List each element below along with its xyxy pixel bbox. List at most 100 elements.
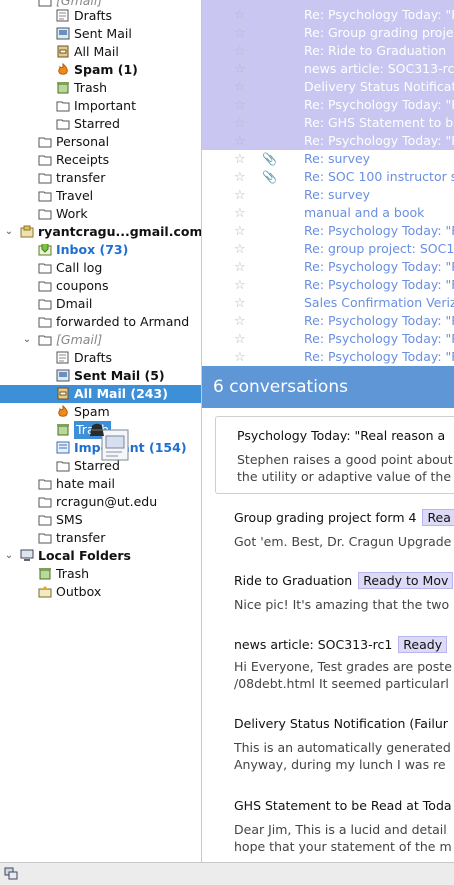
star-icon[interactable]: ☆ xyxy=(234,331,246,349)
archive-icon xyxy=(56,45,70,58)
star-icon[interactable]: ☆ xyxy=(234,259,246,277)
chevron-down-icon[interactable]: ⌄ xyxy=(21,331,33,349)
conversation-title-row[interactable]: Ride to Graduation Ready to Mov xyxy=(234,572,454,589)
folder-spam[interactable]: Spam (1) xyxy=(0,61,201,79)
folder-dmail[interactable]: Dmail xyxy=(0,295,201,313)
message-list[interactable]: ☆ Re: Psychology Today: "Re ☆ Re: Group gra… xyxy=(202,0,454,366)
folder-hate-mail[interactable]: hate mail xyxy=(0,475,201,493)
message-subject: Re: Psychology Today: "Re xyxy=(304,277,454,292)
folder-important[interactable]: Important xyxy=(0,97,201,115)
folder-gmail[interactable]: ⌄ [Gmail] xyxy=(0,331,201,349)
conversation-title-row[interactable]: news article: SOC313-rc1 Ready xyxy=(234,636,448,653)
message-row[interactable]: ☆ Sales Confirmation Verizo xyxy=(202,294,454,312)
folder-icon xyxy=(38,495,52,508)
message-row[interactable]: ☆ Re: Psychology Today: "Re xyxy=(202,276,454,294)
star-icon[interactable]: ☆ xyxy=(234,277,246,295)
folder-icon xyxy=(38,261,52,274)
folder-travel[interactable]: Travel xyxy=(0,187,201,205)
star-icon[interactable]: ☆ xyxy=(234,7,246,25)
message-subject: manual and a book xyxy=(304,205,425,220)
folder-rcragun[interactable]: rcragun@ut.edu xyxy=(0,493,201,511)
trash-icon xyxy=(56,423,70,436)
message-row[interactable]: ☆ Re: Group grading project xyxy=(202,24,454,42)
message-row[interactable]: ☆ Re: Psychology Today: "Re xyxy=(202,6,454,24)
folder-coupons[interactable]: coupons xyxy=(0,277,201,295)
online-status-icon[interactable] xyxy=(4,867,18,883)
folder-outbox[interactable]: Outbox xyxy=(0,583,201,601)
message-subject: Re: survey xyxy=(304,151,371,166)
message-subject: Re: Psychology Today: "Re xyxy=(304,331,454,346)
folder-trash[interactable]: Trash xyxy=(0,79,201,97)
message-row[interactable]: ☆ Re: survey xyxy=(202,186,454,204)
message-row[interactable]: ☆ 📎 Re: survey xyxy=(202,150,454,168)
folder-sent-mail[interactable]: Sent Mail xyxy=(0,25,201,43)
message-row[interactable]: ☆ Re: Ride to Graduation xyxy=(202,42,454,60)
flame-icon xyxy=(56,62,70,76)
folder-inbox[interactable]: Inbox (73) xyxy=(0,241,201,259)
conversation-title[interactable]: GHS Statement to be Read at Toda xyxy=(234,798,452,813)
message-subject: Re: survey xyxy=(304,187,371,202)
folder-call-log[interactable]: Call log xyxy=(0,259,201,277)
folder-sms[interactable]: SMS xyxy=(0,511,201,529)
star-icon[interactable]: ☆ xyxy=(234,187,246,205)
message-row[interactable]: ☆ Re: Psychology Today: "Re xyxy=(202,258,454,276)
star-icon[interactable]: ☆ xyxy=(234,205,246,223)
message-row[interactable]: ☆ Re: Psychology Today: "Re xyxy=(202,96,454,114)
folder-icon xyxy=(56,99,70,112)
message-row[interactable]: ☆ 📎 Re: SOC 100 instructor sit xyxy=(202,168,454,186)
folder-all-mail-2[interactable]: All Mail (243) xyxy=(0,385,201,403)
message-row[interactable]: ☆ Re: Psychology Today: "Re xyxy=(202,348,454,366)
star-icon[interactable]: ☆ xyxy=(234,61,246,79)
folder-sent-mail-2[interactable]: Sent Mail (5) xyxy=(0,367,201,385)
chevron-down-icon[interactable]: ⌄ xyxy=(3,223,15,241)
account-row[interactable]: ⌄ ryantcragu...gmail.com xyxy=(0,223,201,241)
star-icon[interactable]: ☆ xyxy=(234,169,246,187)
tag-badge: Ready xyxy=(398,636,448,653)
folder-work[interactable]: Work xyxy=(0,205,201,223)
message-row[interactable]: ☆ Delivery Status Notificatio xyxy=(202,78,454,96)
message-row[interactable]: ☆ Re: GHS Statement to be xyxy=(202,114,454,132)
conversation-card[interactable]: Psychology Today: "Real reason a Stephen… xyxy=(215,416,454,494)
chevron-down-icon[interactable]: ⌄ xyxy=(3,547,15,565)
folder-drafts-2[interactable]: Drafts xyxy=(0,349,201,367)
conversation-title-row[interactable]: Group grading project form 4 Rea xyxy=(234,509,454,526)
star-icon[interactable]: ☆ xyxy=(234,295,246,313)
folder-drafts[interactable]: Drafts xyxy=(0,7,201,25)
star-icon[interactable]: ☆ xyxy=(234,25,246,43)
star-icon[interactable]: ☆ xyxy=(234,133,246,151)
conversation-snippet: hope that your statement of the m xyxy=(234,839,452,854)
message-row[interactable]: ☆ news article: SOC313-rc1 xyxy=(202,60,454,78)
star-icon[interactable]: ☆ xyxy=(234,151,246,169)
folder-starred[interactable]: Starred xyxy=(0,115,201,133)
local-folders-row[interactable]: ⌄ Local Folders xyxy=(0,547,201,565)
folder-transfer[interactable]: transfer xyxy=(0,169,201,187)
folder-transfer-2[interactable]: transfer xyxy=(0,529,201,547)
folder-personal[interactable]: Personal xyxy=(0,133,201,151)
star-icon[interactable]: ☆ xyxy=(234,115,246,133)
message-row[interactable]: ☆ Re: Psychology Today: "Re xyxy=(202,312,454,330)
folder-pane: [Gmail] Drafts Sent Mail All Mail Spam (… xyxy=(0,0,202,862)
message-row[interactable]: ☆ Re: Psychology Today: "Re xyxy=(202,132,454,150)
computer-icon xyxy=(20,549,34,562)
star-icon[interactable]: ☆ xyxy=(234,97,246,115)
star-icon[interactable]: ☆ xyxy=(234,79,246,97)
message-row[interactable]: ☆ Re: group project: SOC100 xyxy=(202,240,454,258)
folder-all-mail[interactable]: All Mail xyxy=(0,43,201,61)
star-icon[interactable]: ☆ xyxy=(234,223,246,241)
outbox-icon xyxy=(38,585,52,598)
conversation-title[interactable]: Delivery Status Notification (Failur xyxy=(234,716,448,731)
star-icon[interactable]: ☆ xyxy=(234,43,246,61)
message-subject: Re: Ride to Graduation xyxy=(304,43,447,58)
folder-icon xyxy=(38,279,52,292)
star-icon[interactable]: ☆ xyxy=(234,241,246,259)
message-row[interactable]: ☆ manual and a book xyxy=(202,204,454,222)
message-row[interactable]: ☆ Re: Psychology Today: "Re xyxy=(202,222,454,240)
folder-local-trash[interactable]: Trash xyxy=(0,565,201,583)
message-row[interactable]: ☆ Re: Psychology Today: "Re xyxy=(202,330,454,348)
star-icon[interactable]: ☆ xyxy=(234,313,246,331)
message-subject: Re: group project: SOC100 xyxy=(304,241,454,256)
folder-receipts[interactable]: Receipts xyxy=(0,151,201,169)
conversation-snippet: Dear Jim, This is a lucid and detail xyxy=(234,822,447,837)
folder-forwarded[interactable]: forwarded to Armand xyxy=(0,313,201,331)
star-icon[interactable]: ☆ xyxy=(234,349,246,366)
